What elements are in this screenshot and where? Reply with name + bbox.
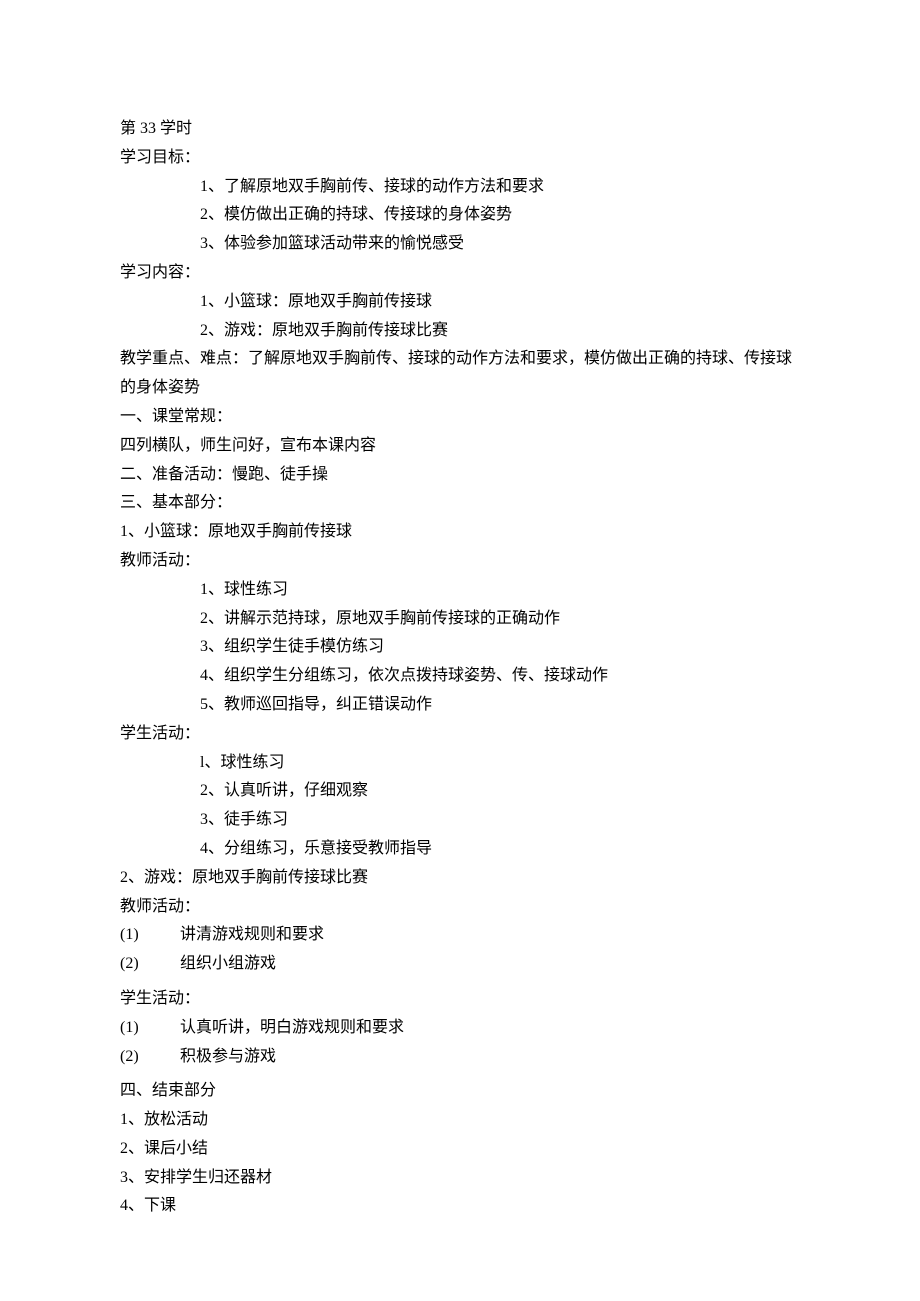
basic-one-label: 1、小篮球：原地双手胸前传接球 xyxy=(120,518,800,547)
student-item: 4、分组练习，乐意接受教师指导 xyxy=(120,835,800,864)
keypoints: 教学重点、难点：了解原地双手胸前传、接球的动作方法和要求，模仿做出正确的持球、传… xyxy=(120,345,800,403)
teacher-item: 3、组织学生徒手模仿练习 xyxy=(120,633,800,662)
teacher-item: 1、球性练习 xyxy=(120,576,800,605)
student-item: (2) 积极参与游戏 xyxy=(120,1043,800,1072)
student-item: l、球性练习 xyxy=(120,749,800,778)
section-two-heading: 二、准备活动：慢跑、徒手操 xyxy=(120,461,800,490)
item-number: (2) xyxy=(120,950,180,979)
content-item: 1、小篮球：原地双手胸前传接球 xyxy=(120,288,800,317)
item-text: 积极参与游戏 xyxy=(180,1043,276,1072)
content-item: 2、游戏：原地双手胸前传接球比赛 xyxy=(120,317,800,346)
content-heading: 学习内容： xyxy=(120,259,800,288)
item-text: 组织小组游戏 xyxy=(180,950,276,979)
student-item: 3、徒手练习 xyxy=(120,806,800,835)
student-item: (1) 认真听讲，明白游戏规则和要求 xyxy=(120,1014,800,1043)
item-text: 讲清游戏规则和要求 xyxy=(180,921,324,950)
item-text: 认真听讲，明白游戏规则和要求 xyxy=(180,1014,404,1043)
end-item: 1、放松活动 xyxy=(120,1106,800,1135)
teacher-heading-2: 教师活动： xyxy=(120,893,800,922)
section-one-heading: 一、课堂常规： xyxy=(120,403,800,432)
end-item: 2、课后小结 xyxy=(120,1135,800,1164)
section-four-heading: 四、结束部分 xyxy=(120,1077,800,1106)
end-item: 4、下课 xyxy=(120,1192,800,1221)
teacher-item: 5、教师巡回指导，纠正错误动作 xyxy=(120,691,800,720)
goal-item: 1、了解原地双手胸前传、接球的动作方法和要求 xyxy=(120,173,800,202)
student-item: 2、认真听讲，仔细观察 xyxy=(120,777,800,806)
lesson-title: 第 33 学时 xyxy=(120,115,800,144)
teacher-heading: 教师活动： xyxy=(120,547,800,576)
teacher-item: 4、组织学生分组练习，依次点拨持球姿势、传、接球动作 xyxy=(120,662,800,691)
basic-two-label: 2、游戏：原地双手胸前传接球比赛 xyxy=(120,864,800,893)
teacher-item: (1) 讲清游戏规则和要求 xyxy=(120,921,800,950)
section-one-text: 四列横队，师生问好，宣布本课内容 xyxy=(120,432,800,461)
item-number: (1) xyxy=(120,921,180,950)
end-item: 3、安排学生归还器材 xyxy=(120,1164,800,1193)
section-three-heading: 三、基本部分： xyxy=(120,489,800,518)
item-number: (1) xyxy=(120,1014,180,1043)
teacher-item: (2) 组织小组游戏 xyxy=(120,950,800,979)
goal-item: 3、体验参加篮球活动带来的愉悦感受 xyxy=(120,230,800,259)
student-heading: 学生活动： xyxy=(120,720,800,749)
goal-item: 2、模仿做出正确的持球、传接球的身体姿势 xyxy=(120,201,800,230)
goals-heading: 学习目标： xyxy=(120,144,800,173)
item-number: (2) xyxy=(120,1043,180,1072)
student-heading-2: 学生活动： xyxy=(120,985,800,1014)
teacher-item: 2、讲解示范持球，原地双手胸前传接球的正确动作 xyxy=(120,605,800,634)
